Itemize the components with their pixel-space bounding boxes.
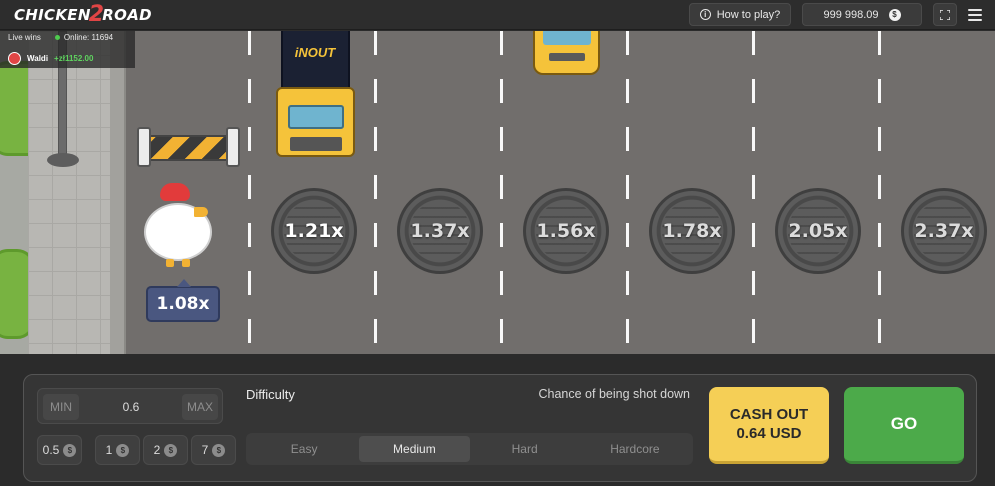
fullscreen-button[interactable] — [933, 3, 957, 26]
quick-bet-1[interactable]: 1 $ — [95, 435, 140, 465]
dollar-coin-icon: $ — [116, 443, 130, 457]
info-icon: i — [699, 9, 711, 20]
quick-bet-label: 1 — [105, 443, 113, 457]
hamburger-menu-icon[interactable] — [965, 6, 985, 24]
difficulty-hard[interactable]: Hard — [470, 436, 580, 462]
game-logo: CHICKEN 2 ROAD — [14, 4, 152, 26]
balance-display: 999 998.09 $ — [802, 3, 922, 26]
lane-divider — [752, 31, 755, 354]
road-barrier — [137, 127, 240, 167]
lane-multiplier-5[interactable]: 2.05x — [775, 188, 861, 274]
how-to-play-button[interactable]: i How to play? — [689, 3, 791, 26]
curb — [110, 31, 126, 354]
multiplier-label: 1.78x — [662, 220, 722, 242]
difficulty-medium[interactable]: Medium — [359, 436, 470, 462]
chance-label: Chance of being shot down — [538, 387, 691, 401]
min-bet-button[interactable]: MIN — [43, 394, 79, 420]
bet-panel: MIN 0.6 MAX 0.5 $ 1 $ 2 $ 7 $ Difficulty… — [23, 374, 977, 482]
difficulty-hardcore[interactable]: Hardcore — [580, 436, 690, 462]
max-bet-button[interactable]: MAX — [182, 394, 218, 420]
difficulty-label: Difficulty — [246, 387, 295, 402]
live-wins-title: Live wins — [8, 33, 41, 42]
chicken-icon — [140, 181, 216, 267]
fullscreen-icon — [940, 9, 950, 20]
lane-multiplier-6[interactable]: 2.37x — [901, 188, 987, 274]
difficulty-selector: Easy Medium Hard Hardcore — [246, 433, 693, 465]
lane-divider — [500, 31, 503, 354]
bet-amount-input[interactable]: MIN 0.6 MAX — [37, 388, 223, 424]
taxi-vehicle — [533, 31, 600, 75]
how-to-play-label: How to play? — [716, 8, 781, 21]
quick-bet-label: 2 — [153, 443, 161, 457]
lane-multiplier-4[interactable]: 1.78x — [649, 188, 735, 274]
cash-out-label: CASH OUT — [729, 406, 809, 423]
lane-divider — [626, 31, 629, 354]
online-count: Online: 11694 — [54, 33, 114, 42]
online-dot-icon — [54, 35, 60, 40]
balance-value: 999 998.09 — [823, 8, 879, 21]
quick-bet-7[interactable]: 7 $ — [191, 435, 236, 465]
dollar-coin-icon: $ — [888, 8, 901, 21]
lane-divider — [878, 31, 881, 354]
live-wins-panel: Live wins Online: 11694 Waldi +zł1152.00 — [0, 30, 135, 68]
quick-bet-label: 7 — [201, 443, 209, 457]
game-window: CHICKEN 2 ROAD i How to play? 999 998.09… — [0, 0, 995, 486]
lane-multiplier-3[interactable]: 1.56x — [523, 188, 609, 274]
cash-out-amount: 0.64 USD — [736, 425, 802, 442]
multiplier-label: 1.21x — [284, 220, 344, 242]
truck-vehicle: iNOUT — [276, 31, 355, 163]
multiplier-label: 2.05x — [788, 220, 848, 242]
truck-brand-logo: iNOUT — [294, 45, 336, 60]
win-amount: +zł1152.00 — [54, 54, 94, 63]
control-area: MIN 0.6 MAX 0.5 $ 1 $ 2 $ 7 $ Difficulty… — [0, 354, 995, 486]
lane-divider — [248, 31, 251, 354]
dollar-coin-icon: $ — [164, 443, 178, 457]
quick-bet-label: 0.5 — [42, 443, 60, 457]
dollar-coin-icon: $ — [212, 443, 226, 457]
online-label: Online: 11694 — [63, 33, 114, 42]
quick-bet-2[interactable]: 2 $ — [143, 435, 188, 465]
lane-multiplier-1[interactable]: 1.21x — [271, 188, 357, 274]
logo-text-road: ROAD — [102, 6, 152, 24]
logo-text-chicken: CHICKEN — [14, 6, 91, 24]
dollar-coin-icon: $ — [63, 443, 77, 457]
live-win-entry: Waldi +zł1152.00 — [8, 52, 93, 65]
cash-out-button[interactable]: CASH OUT 0.64 USD — [709, 387, 829, 464]
lane-divider — [374, 31, 377, 354]
multiplier-label: 2.37x — [914, 220, 974, 242]
current-multiplier-badge: 1.08x — [146, 279, 220, 322]
road-scene: iNOUT 1.21x 1.37x 1.56x 1.78x 2.05x 2.37… — [0, 31, 995, 354]
multiplier-label: 1.37x — [410, 220, 470, 242]
top-bar: CHICKEN 2 ROAD i How to play? 999 998.09… — [0, 0, 995, 30]
lane-multiplier-2[interactable]: 1.37x — [397, 188, 483, 274]
difficulty-easy[interactable]: Easy — [249, 436, 359, 462]
go-button[interactable]: GO — [844, 387, 964, 464]
multiplier-label: 1.56x — [536, 220, 596, 242]
street-lamp-base — [47, 153, 79, 167]
quick-bet-0-5[interactable]: 0.5 $ — [37, 435, 82, 465]
winner-username: Waldi — [27, 54, 49, 63]
avatar — [8, 52, 21, 65]
bet-value[interactable]: 0.6 — [88, 389, 174, 425]
